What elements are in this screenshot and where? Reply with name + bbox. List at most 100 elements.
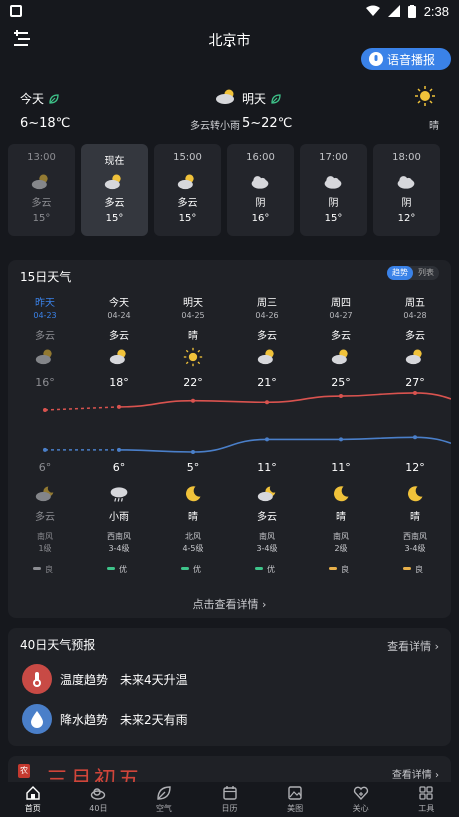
thermometer-icon — [22, 664, 52, 694]
high-temp-line-point — [339, 394, 343, 399]
hour-time: 17:00 — [319, 152, 348, 163]
day-name: 周三 — [257, 297, 277, 309]
heart-icon — [353, 786, 368, 801]
overcast-icon — [250, 172, 272, 190]
today-summary[interactable]: 今天 6~18℃ 多云转小雨 — [20, 86, 240, 138]
aqi-bar — [33, 567, 41, 570]
wind-level: 3-4级 — [404, 543, 425, 553]
high-temp-line-point — [265, 400, 269, 405]
cloud-icon — [91, 788, 106, 800]
night-condition: 多云 — [35, 510, 55, 523]
hour-condition: 阴 — [328, 198, 339, 209]
rain-trend-value: 未来2天有雨 — [120, 712, 188, 727]
high-temp: 22° — [183, 376, 203, 389]
wind-level: 1级 — [38, 543, 51, 553]
day-date: 04-25 — [181, 311, 204, 320]
high-temp-line-past-segment — [44, 406, 120, 411]
leaf-icon — [157, 786, 171, 800]
bottom-navigation: 首页 40日 空气 日历 美图 关心 工具 — [0, 782, 459, 817]
nav-label: 空气 — [155, 804, 172, 813]
forecast-40-more-link[interactable]: 查看详情 › — [387, 638, 439, 654]
cloudy-night-icon — [257, 486, 276, 502]
hour-condition: 多云 — [177, 198, 198, 209]
low-temp: 12° — [405, 461, 425, 474]
hour-card[interactable]: 17:00 阴 15° — [300, 144, 367, 236]
high-temp-line-point — [43, 408, 47, 412]
hour-time: 现在 — [104, 156, 125, 167]
wifi-icon — [365, 5, 380, 16]
high-temp: 16° — [35, 376, 55, 389]
image-icon — [288, 786, 302, 800]
hour-card[interactable]: 13:00 多云 15° — [8, 144, 75, 236]
wind-direction: 北风 — [185, 532, 201, 541]
home-icon — [26, 786, 40, 800]
nav-item-0[interactable]: 首页 — [0, 782, 66, 817]
raindrop-icon — [22, 704, 52, 734]
forecast-15-detail-link[interactable]: 点击查看详情 › — [8, 596, 451, 612]
aqi-label: 优 — [267, 564, 275, 574]
city-title[interactable]: 北京市 — [209, 30, 251, 50]
hour-card[interactable]: 18:00 阴 12° — [373, 144, 440, 236]
forecast-15-chart[interactable]: 昨天 04-23 多云 16° 6° 多云南风 1级良 今天 04-24 多云 18° 6° 小雨西南风… — [8, 260, 451, 590]
hour-temp: 12° — [397, 213, 416, 224]
nav-item-6[interactable]: 工具 — [393, 782, 459, 817]
day-date: 04-28 — [403, 311, 426, 320]
overcast-icon — [396, 172, 418, 190]
hour-card[interactable]: 现在 多云 15° — [81, 144, 148, 236]
temp-trend-row[interactable]: 温度趋势 未来4天升温 — [22, 664, 188, 694]
hour-temp: 15° — [105, 213, 124, 224]
sun-icon — [415, 86, 435, 106]
tomorrow-summary[interactable]: 明天 5~22℃ 晴 — [242, 86, 439, 138]
voice-broadcast-label: 语音播报 — [387, 52, 436, 67]
hour-time: 15:00 — [173, 152, 202, 163]
hourly-forecast[interactable]: 13:00 多云 15° 现在 多云 15° 15:00 多云 15° 16:0… — [8, 144, 459, 236]
nav-item-5[interactable]: 关心 — [328, 782, 394, 817]
day-name: 昨天 — [35, 297, 55, 309]
day-date: 04-26 — [255, 311, 278, 320]
temp-trend-value: 未来4天升温 — [120, 672, 188, 687]
cloudy-icon — [257, 349, 274, 365]
day-date: 04-24 — [107, 311, 130, 320]
night-condition: 晴 — [188, 510, 198, 523]
notification-icon — [10, 5, 22, 17]
low-temp-line-point — [413, 435, 417, 440]
forecast-15-day-card: 15日天气 趋势 列表 昨天 04-23 多云 16° 6° 多云 南风 1级良今天 04-24… — [8, 260, 451, 618]
aqi-label: 优 — [193, 564, 201, 574]
hour-card[interactable]: 15:00 多云 15° — [154, 144, 221, 236]
nav-item-3[interactable]: 日历 — [197, 782, 263, 817]
high-temp-line-point — [191, 398, 195, 403]
high-temp-line-point — [413, 390, 417, 395]
rain-icon — [110, 487, 128, 502]
moon-icon — [186, 486, 201, 502]
today-temp-range: 6~18℃ — [20, 116, 71, 131]
hour-temp: 15° — [324, 213, 343, 224]
aqi-bar — [255, 567, 263, 570]
night-condition: 晴 — [336, 510, 346, 523]
low-temp: 11° — [257, 461, 277, 474]
nav-item-2[interactable]: 空气 — [131, 782, 197, 817]
microphone-icon — [369, 52, 383, 66]
tools-icon — [419, 786, 433, 800]
almanac-more-link[interactable]: 查看详情 › — [392, 766, 439, 781]
today-condition: 多云转小雨 — [190, 121, 240, 132]
day-condition: 晴 — [188, 329, 198, 342]
tomorrow-temp-range: 5~22℃ — [242, 116, 293, 131]
cloudy-icon — [109, 349, 126, 365]
nav-item-1[interactable]: 40日 — [66, 782, 132, 817]
forecast-40-day-card: 40日天气预报 查看详情 › 温度趋势 未来4天升温 降水趋势 未来2天有雨 — [8, 628, 451, 746]
rain-trend-row[interactable]: 降水趋势 未来2天有雨 — [22, 704, 188, 734]
low-temp-line-point — [265, 437, 269, 442]
aqi-label: 良 — [341, 564, 349, 574]
hour-card[interactable]: 16:00 阴 16° — [227, 144, 294, 236]
cloudy-icon — [31, 172, 53, 190]
day-condition: 多云 — [109, 329, 129, 342]
low-temp-line — [118, 436, 451, 453]
low-temp: 5° — [187, 461, 200, 474]
high-temp-line — [118, 392, 451, 408]
nav-label: 关心 — [352, 804, 369, 813]
forecast-40-title: 40日天气预报 — [20, 638, 96, 652]
city-menu-icon[interactable] — [12, 30, 32, 48]
hour-condition: 多云 — [31, 198, 52, 209]
nav-item-4[interactable]: 美图 — [262, 782, 328, 817]
voice-broadcast-button[interactable]: 语音播报 — [361, 48, 451, 70]
